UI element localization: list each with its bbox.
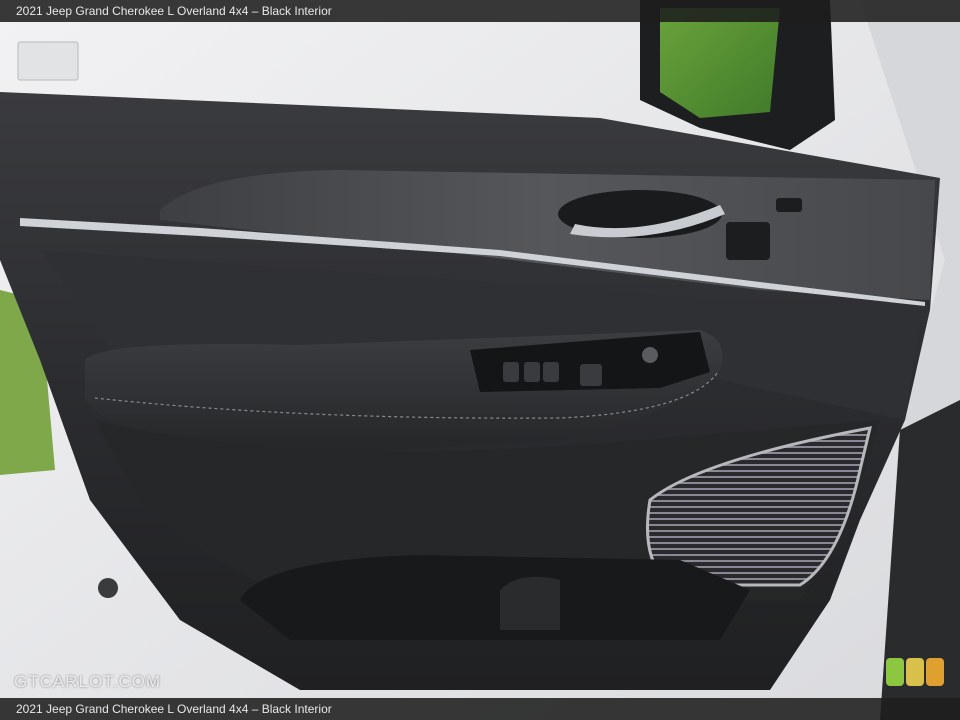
badge-yellow: [906, 658, 924, 686]
door-interior-photo: [0, 0, 960, 720]
site-watermark: GTCARLOT.COM: [14, 672, 162, 691]
badge-orange: [926, 658, 944, 686]
badge-green: [886, 658, 904, 686]
photo-frame: 2021 Jeep Grand Cherokee L Overland 4x4 …: [0, 0, 960, 720]
photo-caption-top: 2021 Jeep Grand Cherokee L Overland 4x4 …: [0, 0, 960, 22]
photo-caption-bottom: 2021 Jeep Grand Cherokee L Overland 4x4 …: [0, 698, 960, 720]
